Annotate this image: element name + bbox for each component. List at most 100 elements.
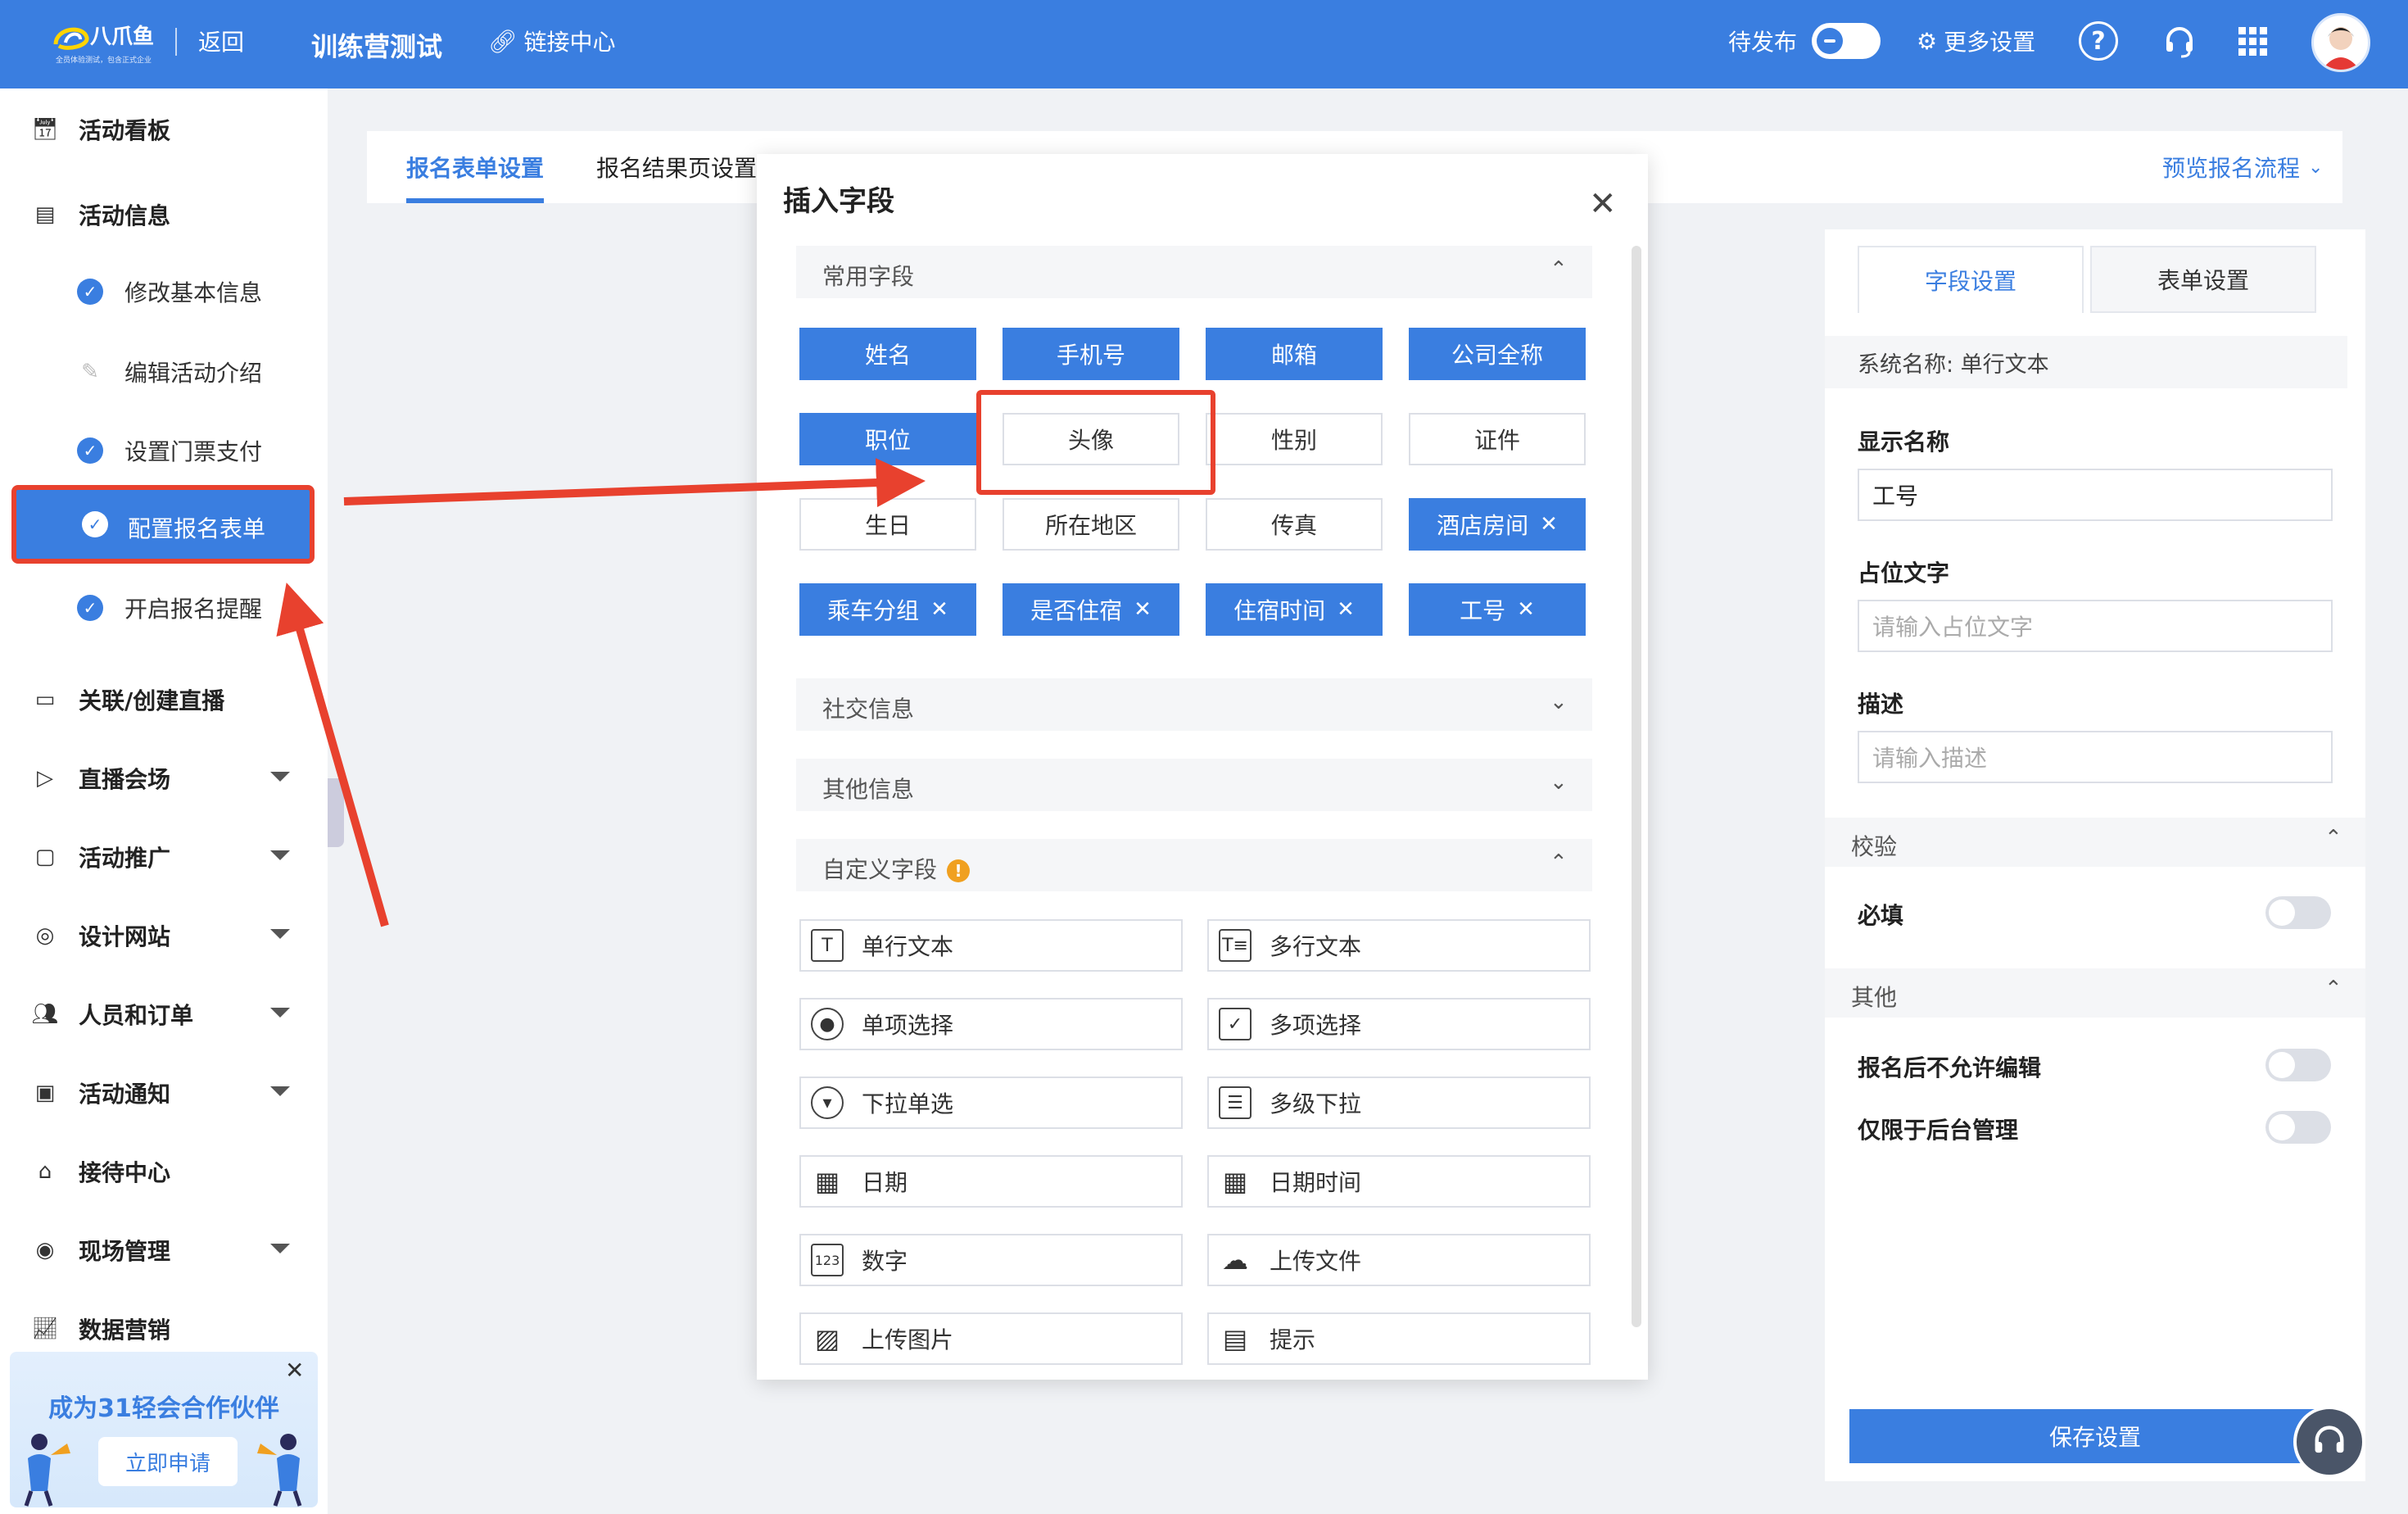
back-link[interactable]: 返回 <box>198 25 244 57</box>
section-other-info[interactable]: 其他信息 ⌄ <box>796 759 1592 811</box>
more-settings-button[interactable]: ⚙ 更多设置 <box>1917 25 2035 57</box>
close-icon[interactable]: ✕ <box>1589 185 1617 223</box>
custom-field-label: 单行文本 <box>862 933 954 960</box>
warning-icon[interactable]: ! <box>947 859 971 882</box>
app-logo[interactable]: 八爪鱼 全员体验测试，包含正式企业 <box>44 15 159 67</box>
field-gender[interactable]: 性别 <box>1206 413 1383 465</box>
sidebar-item-data-marketing[interactable]: 📈︎ 数据营销 <box>0 1304 328 1353</box>
sidebar-subitem-label: 编辑活动介绍 <box>124 360 263 387</box>
custom-field-notice[interactable]: ▤ 提示 <box>1207 1312 1591 1365</box>
other-section[interactable]: 其他 ⌃ <box>1825 968 2365 1018</box>
publish-toggle[interactable] <box>1812 23 1881 59</box>
field-label: 手机号 <box>1056 342 1125 369</box>
description-label: 描述 <box>1858 691 1904 718</box>
compass-icon: ◎ <box>35 923 55 948</box>
section-social-info[interactable]: 社交信息 ⌄ <box>796 678 1592 731</box>
other-section-title: 其他 <box>1851 984 1898 1011</box>
sidebar-item-people-orders[interactable]: 👥︎ 人员和订单 <box>0 990 328 1039</box>
field-id-document[interactable]: 证件 <box>1409 413 1586 465</box>
sidebar-subitem-ticket[interactable]: ✓ 设置门票支付 <box>0 426 328 475</box>
sidebar-item-notifications[interactable]: ▣ 活动通知 <box>0 1068 328 1117</box>
apply-now-button[interactable]: 立即申请 <box>98 1437 238 1486</box>
remove-icon[interactable]: ✕ <box>1517 597 1535 622</box>
required-toggle[interactable] <box>2265 896 2331 929</box>
tab-registration-form[interactable]: 报名表单设置 <box>406 151 544 184</box>
custom-field-upload-image[interactable]: ▨ 上传图片 <box>799 1312 1183 1365</box>
custom-field-label: 多级下拉 <box>1270 1090 1362 1117</box>
custom-field-number[interactable]: 123 数字 <box>799 1234 1183 1286</box>
field-phone[interactable]: 手机号 <box>1003 328 1179 380</box>
description-input[interactable]: 请输入描述 <box>1858 731 2333 783</box>
close-icon[interactable]: ✕ <box>285 1357 304 1384</box>
field-birthday[interactable]: 生日 <box>799 498 976 551</box>
sidebar-subitem-basic-info[interactable]: ✓ 修改基本信息 <box>0 267 328 316</box>
sidebar-subitem-registration-form[interactable]: ✓ 配置报名表单 <box>11 485 315 564</box>
support-headset-icon[interactable] <box>2293 1406 2365 1478</box>
preview-flow-button[interactable]: 预览报名流程 ⌄ <box>2162 151 2323 184</box>
chevron-down-icon: ⌄ <box>2308 156 2324 178</box>
save-settings-button[interactable]: 保存设置 <box>1849 1409 2341 1463</box>
help-icon[interactable]: ? <box>2079 21 2118 61</box>
sidebar-subitem-intro[interactable]: ✎ 编辑活动介绍 <box>0 347 328 397</box>
sidebar-item-label: 活动信息 <box>79 202 171 229</box>
tab-field-settings[interactable]: 字段设置 <box>1858 246 2084 313</box>
field-label: 酒店房间 <box>1437 512 1529 539</box>
no-edit-toggle[interactable] <box>2265 1049 2331 1081</box>
custom-field-multi-choice[interactable]: ✓ 多项选择 <box>1207 998 1591 1050</box>
placeholder-input[interactable]: 请输入占位文字 <box>1858 600 2333 652</box>
field-accommodation[interactable]: 是否住宿 ✕ <box>1003 583 1179 636</box>
radio-icon: ● <box>811 1008 844 1040</box>
sidebar-item-live-link[interactable]: ▭ 关联/创建直播 <box>0 675 328 724</box>
sidebar-item-reception[interactable]: ⌂ 接待中心 <box>0 1147 328 1196</box>
field-stay-time[interactable]: 住宿时间 ✕ <box>1206 583 1383 636</box>
field-hotel-room[interactable]: 酒店房间 ✕ <box>1409 498 1586 551</box>
tab-result-page[interactable]: 报名结果页设置 <box>596 151 757 184</box>
field-bus-group[interactable]: 乘车分组 ✕ <box>799 583 976 636</box>
field-email[interactable]: 邮箱 <box>1206 328 1383 380</box>
remove-icon[interactable]: ✕ <box>1134 597 1152 622</box>
backend-only-toggle[interactable] <box>2265 1111 2331 1144</box>
field-name[interactable]: 姓名 <box>799 328 976 380</box>
custom-field-label: 日期 <box>862 1169 908 1196</box>
placeholder-label: 占位文字 <box>1858 560 1950 587</box>
custom-field-single-choice[interactable]: ● 单项选择 <box>799 998 1183 1050</box>
field-fax[interactable]: 传真 <box>1206 498 1383 551</box>
sidebar-item-event-info[interactable]: ▤ 活动信息 <box>0 190 328 239</box>
sidebar-item-live-venue[interactable]: ▷ 直播会场 <box>0 754 328 803</box>
headset-icon[interactable] <box>2159 21 2200 62</box>
section-common-fields[interactable]: 常用字段 ⌃ <box>796 246 1592 298</box>
custom-field-multi-line-text[interactable]: T≡ 多行文本 <box>1207 919 1591 972</box>
text-field-icon: T <box>811 929 844 962</box>
modal-scrollbar[interactable] <box>1632 246 1641 1327</box>
sidebar-item-dashboard[interactable]: 📅︎ 活动看板 <box>0 105 328 154</box>
apps-grid-icon[interactable] <box>2233 21 2274 62</box>
link-center-link[interactable]: 🔗︎ 链接中心 <box>488 25 616 57</box>
tab-form-settings[interactable]: 表单设置 <box>2090 246 2316 313</box>
remove-icon[interactable]: ✕ <box>1540 512 1558 537</box>
custom-field-date[interactable]: ▦ 日期 <box>799 1155 1183 1208</box>
sidebar-subitem-reminder[interactable]: ✓ 开启报名提醒 <box>0 583 328 632</box>
sidebar-item-design-site[interactable]: ◎ 设计网站 <box>0 911 328 960</box>
sidebar-item-onsite[interactable]: ◉ 现场管理 <box>0 1226 328 1275</box>
custom-field-dropdown[interactable]: ▾ 下拉单选 <box>799 1077 1183 1129</box>
custom-field-upload-file[interactable]: ☁ 上传文件 <box>1207 1234 1591 1286</box>
custom-field-single-line-text[interactable]: T 单行文本 <box>799 919 1183 972</box>
sidebar-item-label: 活动推广 <box>79 845 171 872</box>
display-name-input[interactable]: 工号 <box>1858 469 2333 521</box>
validation-section[interactable]: 校验 ⌃ <box>1825 818 2365 867</box>
monitor-play-icon: ▷ <box>37 766 53 791</box>
user-avatar[interactable] <box>2311 13 2370 72</box>
remove-icon[interactable]: ✕ <box>930 597 948 622</box>
field-company[interactable]: 公司全称 <box>1409 328 1586 380</box>
remove-icon[interactable]: ✕ <box>1337 597 1355 622</box>
field-label: 公司全称 <box>1451 342 1543 369</box>
promo-figure-left <box>24 1434 70 1507</box>
section-custom-fields[interactable]: 自定义字段! ⌃ <box>796 839 1592 891</box>
sidebar-item-promotion[interactable]: ▢ 活动推广 <box>0 832 328 882</box>
custom-field-datetime[interactable]: ▦ 日期时间 <box>1207 1155 1591 1208</box>
sidebar-collapse-handle[interactable] <box>328 778 344 847</box>
field-region[interactable]: 所在地区 <box>1003 498 1179 551</box>
custom-field-cascade[interactable]: ☰ 多级下拉 <box>1207 1077 1591 1129</box>
field-position[interactable]: 职位 <box>799 413 976 465</box>
field-employee-id[interactable]: 工号 ✕ <box>1409 583 1586 636</box>
